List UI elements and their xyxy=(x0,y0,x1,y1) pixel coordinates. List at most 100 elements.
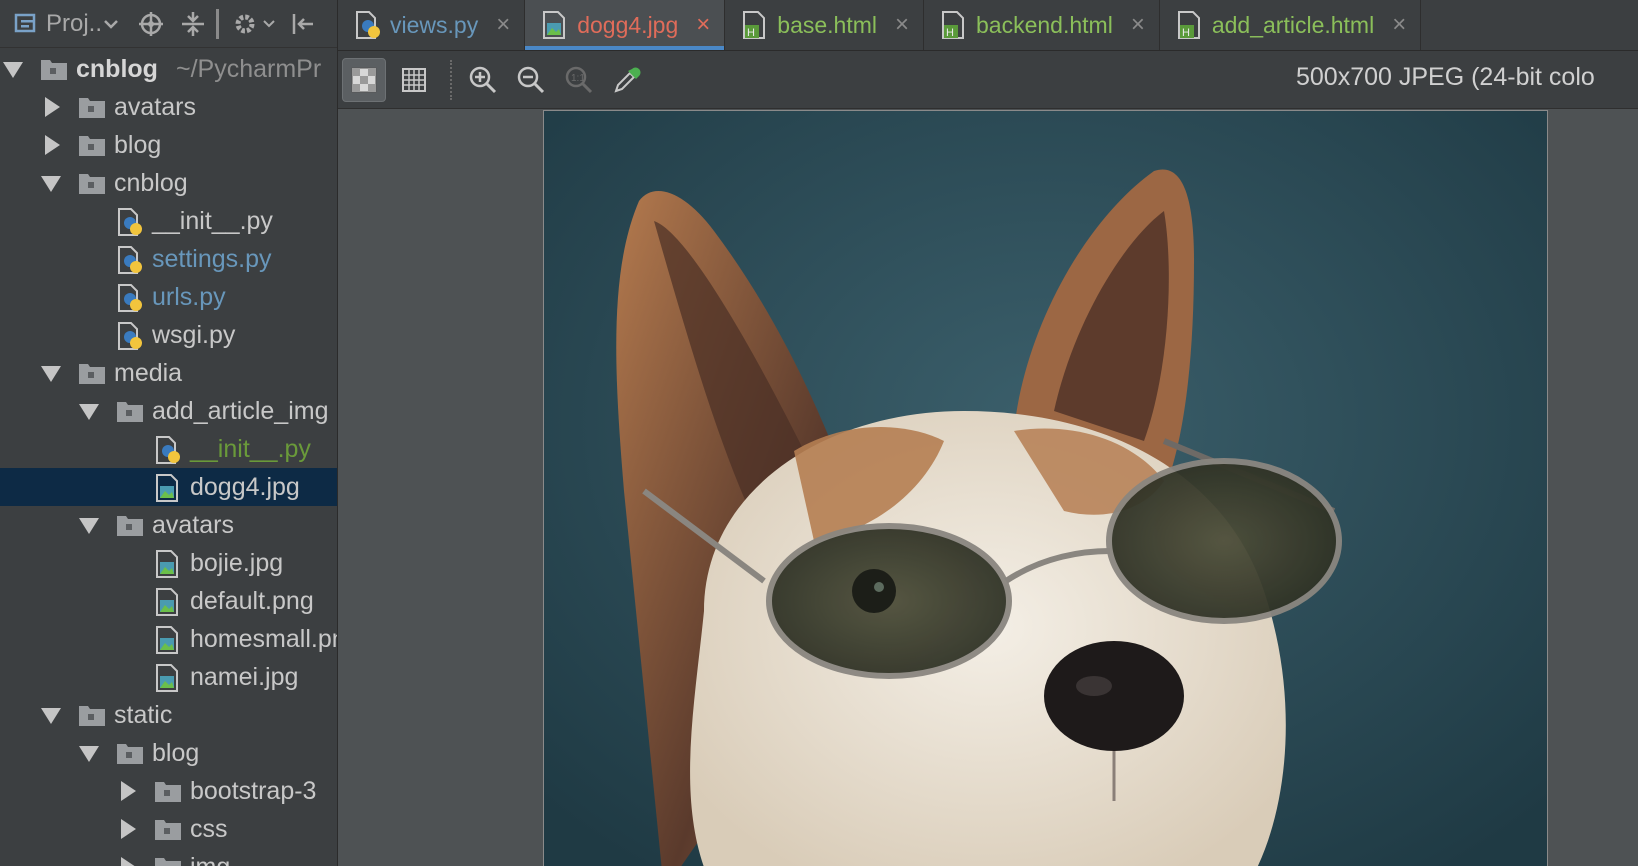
expand-arrow-icon[interactable] xyxy=(121,781,136,801)
tree-file[interactable]: wsgi.py xyxy=(0,316,337,354)
image-file-icon xyxy=(154,664,182,692)
tree-folder[interactable]: bootstrap-3 xyxy=(0,772,337,810)
folder-icon xyxy=(116,512,144,538)
close-tab-icon[interactable]: × xyxy=(1131,11,1145,39)
folder-icon xyxy=(78,360,106,386)
tree-item-label: cnblog xyxy=(76,55,158,83)
close-tab-icon[interactable]: × xyxy=(895,11,909,39)
tree-folder[interactable]: blog xyxy=(0,126,337,164)
tab-label: views.py xyxy=(390,11,479,38)
close-tab-icon[interactable]: × xyxy=(496,11,510,39)
svg-text:H: H xyxy=(747,27,755,39)
tree-item-label: homesmall.png xyxy=(190,625,337,653)
folder-icon xyxy=(154,854,182,866)
tree-file[interactable]: homesmall.png xyxy=(0,620,337,658)
tree-folder[interactable]: avatars xyxy=(0,88,337,126)
project-tree: cnblog ~/PycharmPr avatars blog cnblog __init… xyxy=(0,50,337,866)
zoom-out-icon[interactable] xyxy=(509,58,553,102)
tab-label: dogg4.jpg xyxy=(577,11,679,38)
tree-folder[interactable]: cnblog xyxy=(0,164,337,202)
editor-tab[interactable]: Hadd_article.html × xyxy=(1160,0,1422,50)
svg-text:H: H xyxy=(946,27,954,39)
tree-file[interactable]: __init__.py xyxy=(0,202,337,240)
html-file-icon: H xyxy=(741,11,769,39)
tree-item-label: blog xyxy=(114,131,162,159)
project-view-icon[interactable] xyxy=(14,0,40,48)
tree-file[interactable]: __init__.py xyxy=(0,430,337,468)
collapse-arrow-icon[interactable] xyxy=(79,518,99,534)
tree-file[interactable]: settings.py xyxy=(0,240,337,278)
actual-size-icon: 1:1 xyxy=(557,58,601,102)
grid-icon[interactable] xyxy=(392,58,436,102)
tree-item-label: dogg4.jpg xyxy=(190,473,300,501)
tree-folder[interactable]: blog xyxy=(0,734,337,772)
image-file-icon xyxy=(154,550,182,578)
editor-tab[interactable]: views.py × xyxy=(338,0,526,50)
editor-tab[interactable]: dogg4.jpg × xyxy=(525,0,726,50)
tree-file[interactable]: bojie.jpg xyxy=(0,544,337,582)
tree-item-label: bojie.jpg xyxy=(190,549,284,577)
tree-item-label: img xyxy=(190,853,230,866)
editor-tab[interactable]: Hbackend.html × xyxy=(924,0,1160,50)
chessboard-icon[interactable] xyxy=(342,57,386,102)
tree-item-label: media xyxy=(114,359,183,387)
zoom-in-icon[interactable] xyxy=(461,58,505,102)
tree-file[interactable]: dogg4.jpg xyxy=(0,468,337,506)
python-file-icon xyxy=(354,11,382,39)
expand-arrow-icon[interactable] xyxy=(121,857,136,866)
tree-item-label: css xyxy=(190,815,228,843)
python-file-icon xyxy=(154,436,182,464)
tree-folder[interactable]: media xyxy=(0,354,337,392)
tree-folder[interactable]: img xyxy=(0,848,337,866)
project-toolbar: Proj.. xyxy=(0,0,337,48)
svg-text:1:1: 1:1 xyxy=(571,73,585,84)
image-file-icon xyxy=(154,474,182,502)
collapse-arrow-icon[interactable] xyxy=(79,404,99,420)
hide-icon[interactable] xyxy=(291,0,315,48)
tree-item-label: static xyxy=(114,701,173,729)
folder-icon xyxy=(78,170,106,196)
project-view-title[interactable]: Proj.. xyxy=(46,10,102,38)
expand-arrow-icon[interactable] xyxy=(45,135,60,155)
dropdown-icon[interactable] xyxy=(104,0,118,48)
tree-item-label: bootstrap-3 xyxy=(190,777,317,805)
tab-label: add_article.html xyxy=(1211,11,1375,38)
expand-arrow-icon[interactable] xyxy=(121,819,136,839)
image-info: 500x700 JPEG (24-bit colo xyxy=(1296,63,1595,91)
editor-tab[interactable]: Hbase.html × xyxy=(725,0,925,50)
color-picker-icon[interactable] xyxy=(605,58,649,102)
collapse-all-icon[interactable] xyxy=(180,0,206,48)
tree-item-label: default.png xyxy=(190,587,314,615)
tree-item-label: wsgi.py xyxy=(152,321,236,349)
tree-file[interactable]: urls.py xyxy=(0,278,337,316)
tree-item-label: cnblog xyxy=(114,169,188,197)
tree-item-label: __init__.py xyxy=(152,207,273,235)
tree-folder[interactable]: static xyxy=(0,696,337,734)
python-file-icon xyxy=(116,322,144,350)
collapse-arrow-icon[interactable] xyxy=(3,62,23,78)
close-tab-icon[interactable]: × xyxy=(696,11,710,39)
collapse-arrow-icon[interactable] xyxy=(41,366,61,382)
tree-folder[interactable]: add_article_img xyxy=(0,392,337,430)
collapse-arrow-icon[interactable] xyxy=(41,708,61,724)
expand-arrow-icon[interactable] xyxy=(45,97,60,117)
locate-icon[interactable] xyxy=(138,0,164,48)
image-canvas xyxy=(338,109,1638,866)
folder-icon xyxy=(40,56,68,82)
image-file-icon xyxy=(154,626,182,654)
tree-item-label: avatars xyxy=(114,93,196,121)
close-tab-icon[interactable]: × xyxy=(1392,11,1406,39)
tree-file[interactable]: default.png xyxy=(0,582,337,620)
html-file-icon: H xyxy=(940,11,968,39)
gear-icon[interactable] xyxy=(231,0,275,48)
collapse-arrow-icon[interactable] xyxy=(79,746,99,762)
image-preview xyxy=(543,110,1548,866)
tree-item-label: __init__.py xyxy=(190,435,311,463)
tree-item-label: blog xyxy=(152,739,200,767)
tree-file[interactable]: namei.jpg xyxy=(0,658,337,696)
tree-folder[interactable]: cnblog ~/PycharmPr xyxy=(0,50,337,88)
tree-folder[interactable]: css xyxy=(0,810,337,848)
image-toolbar: 1:1 500x700 JPEG (24-bit colo xyxy=(338,51,1638,109)
collapse-arrow-icon[interactable] xyxy=(41,176,61,192)
tree-folder[interactable]: avatars xyxy=(0,506,337,544)
